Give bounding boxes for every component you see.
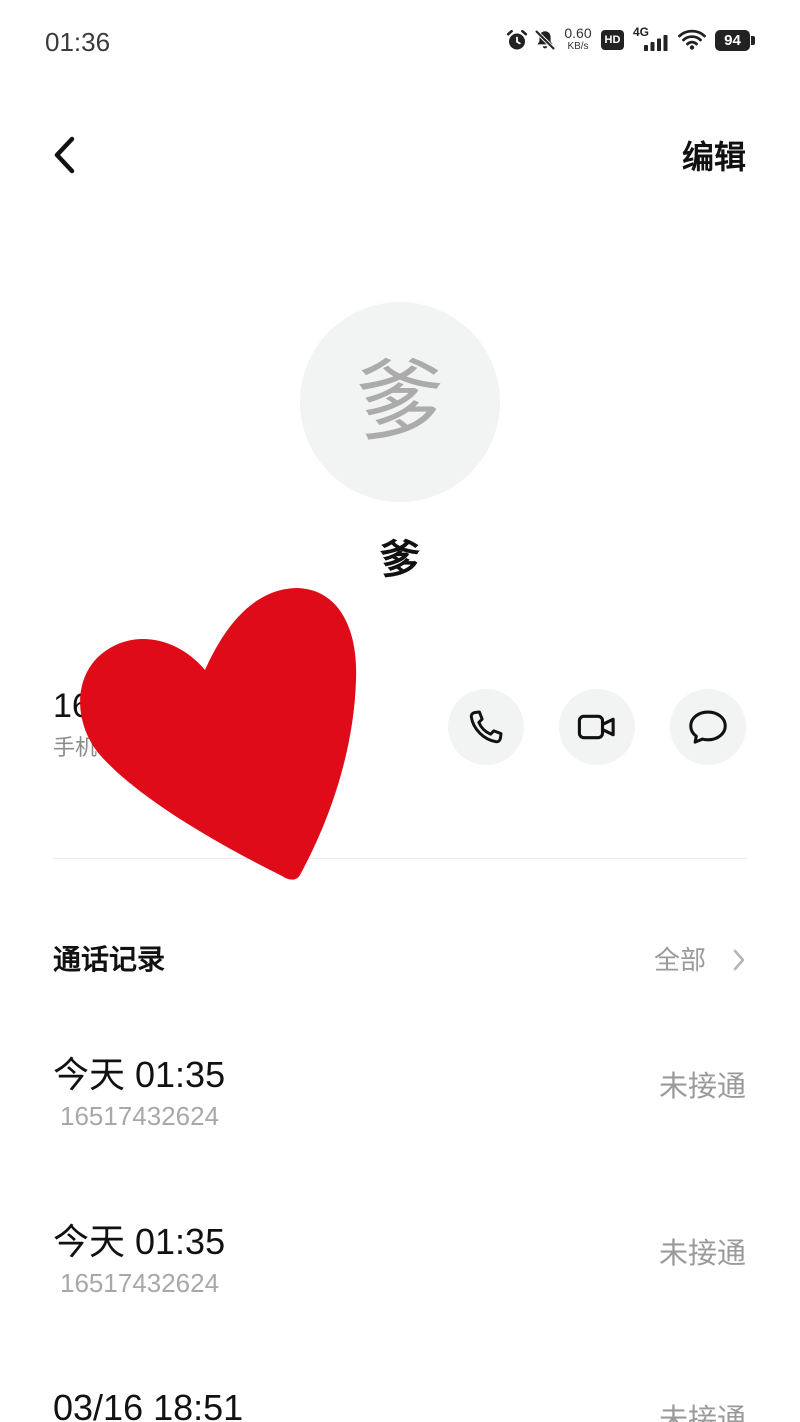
call-log-entry[interactable]: 今天 01:35 16517432624 未接通 <box>0 1030 800 1140</box>
view-all-label: 全部 <box>653 945 706 975</box>
network-speed-unit: KB/s <box>567 41 589 52</box>
network-speed-value: 0.60 <box>564 25 592 41</box>
message-button[interactable] <box>670 689 746 765</box>
battery-nub <box>751 36 755 45</box>
view-all-calls-button[interactable]: 全部 <box>650 942 750 978</box>
call-time: 03/16 18:51 <box>53 1387 244 1422</box>
signal-bars-icon <box>644 35 668 51</box>
contact-name: 爹 <box>380 538 420 582</box>
call-log-list: 今天 01:35 16517432624 未接通 今天 01:35 165174… <box>0 1000 800 1422</box>
call-log-entry[interactable]: 03/16 18:51 未接通 <box>0 1363 800 1422</box>
call-button[interactable] <box>448 689 524 765</box>
back-button[interactable] <box>45 135 85 175</box>
video-camera-icon <box>577 714 615 740</box>
call-time: 今天 01:35 <box>53 1221 226 1262</box>
call-status: 未接通 <box>658 1404 746 1422</box>
battery-level: 94 <box>724 32 741 49</box>
call-log-title: 通话记录 <box>53 944 166 975</box>
call-status: 未接通 <box>658 1238 746 1270</box>
chevron-left-icon <box>54 136 75 174</box>
bell-off-icon <box>535 30 555 50</box>
avatar-initial: 爹 <box>355 352 444 451</box>
hd-badge: HD <box>601 30 624 50</box>
wifi-icon <box>678 29 706 50</box>
edit-button[interactable]: 编辑 <box>682 139 746 175</box>
alarm-icon <box>506 29 528 50</box>
video-call-button[interactable] <box>559 689 635 765</box>
call-number: 16517432624 <box>60 1268 220 1298</box>
avatar: 爹 <box>300 302 500 502</box>
call-status: 未接通 <box>658 1071 746 1103</box>
chevron-right-icon <box>733 949 745 971</box>
phone-icon <box>469 710 503 744</box>
network-speed: 0.60 KB/s <box>562 25 594 53</box>
battery-icon: 94 <box>715 30 750 51</box>
call-number: 16517432624 <box>60 1101 220 1131</box>
heart-sticker <box>80 588 357 880</box>
call-time: 今天 01:35 <box>53 1054 226 1095</box>
message-icon <box>689 710 727 744</box>
call-log-entry[interactable]: 今天 01:35 16517432624 未接通 <box>0 1197 800 1307</box>
status-time: 01:36 <box>45 27 111 57</box>
